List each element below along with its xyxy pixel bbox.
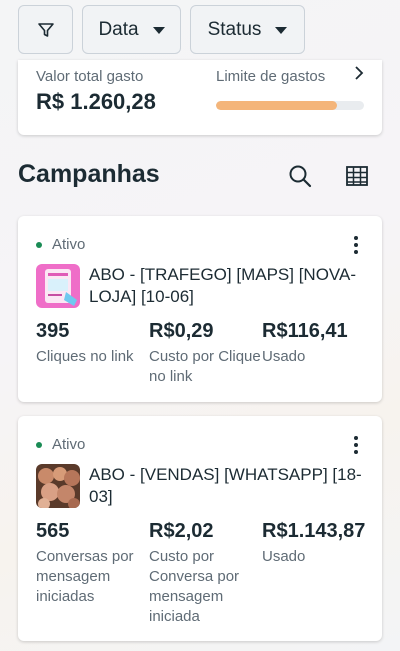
metric-value: R$116,41 (262, 320, 348, 342)
status-filter-button[interactable]: Status (190, 5, 305, 54)
campaigns-title: Campanhas (18, 160, 160, 188)
status-dot (36, 441, 42, 448)
spend-limit-progress-fill (216, 101, 338, 110)
metric-results: 395 Cliques no link (36, 320, 149, 387)
chevron-right-icon[interactable] (354, 66, 364, 80)
metric-value: 565 (36, 520, 70, 542)
metric-cost-per-result: R$0,29 Custo por Clique no link (149, 320, 262, 387)
status-filter-label: Status (207, 18, 262, 40)
search-icon[interactable] (288, 164, 312, 188)
spend-limit-progress (216, 101, 364, 110)
status-dot (36, 241, 42, 248)
total-spent: Valor total gasto R$ 1.260,28 (36, 68, 156, 115)
filter-bar: Data Status (18, 5, 305, 54)
metric-spent: R$1.143,87 Usado (262, 520, 375, 627)
metric-label: Custo por Conversa por mensagem iniciada (149, 548, 240, 625)
spend-limit: Limite de gastos (216, 68, 364, 110)
campaign-status-label: Ativo (52, 436, 86, 453)
chevron-down-icon (275, 27, 288, 34)
total-spent-value: R$ 1.260,28 (36, 89, 156, 114)
metric-value: R$0,29 (149, 320, 214, 342)
table-icon[interactable] (346, 166, 368, 186)
metric-results: 565 Conversas por mensagem iniciadas (36, 520, 149, 627)
campaign-metrics: 565 Conversas por mensagem iniciadas R$2… (36, 520, 375, 627)
campaign-status-label: Ativo (52, 236, 86, 253)
metric-label: Cliques no link (36, 348, 134, 365)
filter-icon (37, 22, 54, 37)
metric-label: Usado (262, 348, 306, 365)
campaign-name: ABO - [VENDAS] [WHATSAPP] [18-03] (89, 465, 362, 506)
metric-value: R$1.143,87 (262, 520, 366, 542)
filter-button[interactable] (18, 5, 73, 54)
more-options-icon[interactable] (354, 236, 358, 254)
campaign-name: ABO - [TRAFEGO] [MAPS] [NOVA-LOJA] [10-0… (89, 265, 356, 306)
date-filter-label: Data (98, 18, 139, 40)
campaign-metrics: 395 Cliques no link R$0,29 Custo por Cli… (36, 320, 375, 387)
metric-label: Usado (262, 548, 306, 565)
campaign-status: Ativo (36, 236, 85, 253)
more-options-icon[interactable] (354, 436, 358, 454)
spend-summary-card[interactable]: Valor total gasto R$ 1.260,28 Limite de … (18, 60, 382, 135)
total-spent-label: Valor total gasto (36, 68, 144, 85)
metric-value: 395 (36, 320, 70, 342)
spend-limit-label: Limite de gastos (216, 68, 326, 85)
metric-label: Conversas por mensagem iniciadas (36, 548, 134, 605)
campaign-card[interactable]: Ativo ABO - [VENDAS] [WHATSAPP] [18-03] … (18, 416, 382, 641)
metric-value: R$2,02 (149, 520, 214, 542)
campaign-thumbnail (36, 464, 80, 508)
campaign-card[interactable]: Ativo ABO - [TRAFEGO] [MAPS] [NOVA-LOJA]… (18, 216, 382, 402)
metric-label: Custo por Clique no link (149, 348, 261, 385)
campaign-thumbnail (36, 264, 80, 308)
chevron-down-icon (152, 27, 165, 34)
campaign-status: Ativo (36, 436, 85, 453)
metric-spent: R$116,41 Usado (262, 320, 375, 387)
date-filter-button[interactable]: Data (82, 5, 181, 54)
metric-cost-per-result: R$2,02 Custo por Conversa por mensagem i… (149, 520, 262, 627)
